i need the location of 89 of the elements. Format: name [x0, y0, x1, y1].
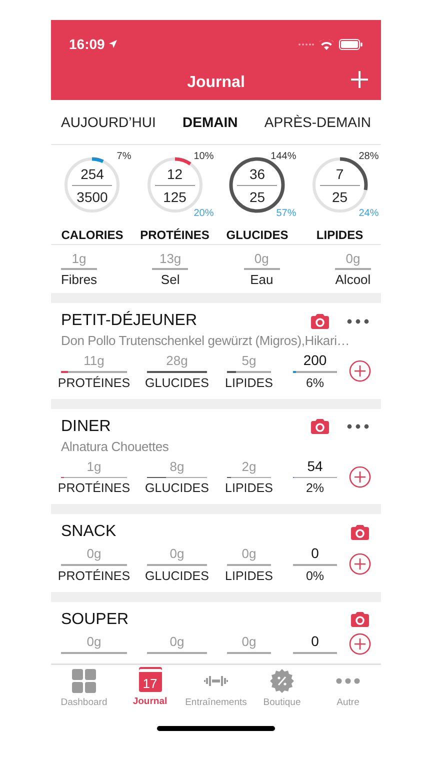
macro-value: 11g — [84, 352, 104, 369]
ring-goal: 3500 — [76, 188, 108, 206]
ring-top-percent: 28% — [358, 150, 379, 164]
battery-icon — [339, 38, 363, 50]
ring-top-percent: 10% — [194, 150, 214, 164]
calendar-icon: 17 — [138, 669, 162, 692]
macro-label: PROTÉINES — [58, 568, 130, 584]
add-icon[interactable] — [349, 360, 371, 382]
tab-bar-item[interactable]: Autre — [315, 669, 381, 712]
calorie-percent: 0% — [306, 568, 324, 584]
nutrient-value: 0g — [254, 250, 269, 267]
ring-value: 7 — [336, 164, 344, 182]
macro-label: GLUCIDES — [145, 481, 209, 496]
tab-bar-item[interactable]: 17 Journal — [117, 669, 183, 712]
macro-value: 0g — [242, 633, 256, 650]
cell-signal-icon — [298, 42, 314, 46]
tab-bar-item[interactable]: Boutique — [249, 669, 315, 712]
meal-title: DINER — [61, 416, 112, 436]
camera-icon[interactable] — [311, 419, 329, 434]
calorie-value: 0 — [311, 545, 319, 562]
macro-value: 0g — [86, 633, 102, 650]
grid-icon — [72, 669, 96, 693]
meal-title: SOUPER — [61, 610, 130, 630]
nutrient-label: Fibres — [60, 271, 98, 288]
nutrient-label: Sel — [160, 271, 180, 288]
tab-bar-item[interactable]: Dashboard — [51, 669, 117, 712]
nutrient-value: 0g — [346, 250, 360, 267]
add-icon[interactable] — [349, 632, 371, 654]
macro-label: PROTÉINES — [58, 376, 130, 390]
ring-bottom-percent: 24% — [358, 207, 379, 221]
status-time: 16:09 — [69, 34, 105, 54]
ring-goal: 125 — [163, 188, 186, 206]
ring-label: LIPIDES — [316, 227, 364, 244]
wifi-icon — [319, 38, 334, 50]
calorie-percent: 2% — [306, 481, 324, 496]
ring-bottom-percent: 57% — [276, 207, 296, 221]
macro-label: GLUCIDES — [145, 568, 209, 584]
day-tab[interactable]: AUJOURD’HUI — [61, 112, 156, 132]
macro-label: LIPIDES — [225, 481, 273, 496]
add-icon[interactable] — [349, 553, 371, 576]
nutrient-label: Alcool — [335, 271, 371, 288]
ring-top-percent: 144% — [270, 150, 296, 164]
camera-icon[interactable] — [351, 612, 369, 627]
ring-goal: 25 — [332, 188, 348, 206]
location-arrow-icon — [108, 40, 117, 48]
day-tab[interactable]: DEMAIN — [182, 112, 238, 132]
calorie-percent: 6% — [306, 376, 324, 390]
macro-label: GLUCIDES — [145, 376, 209, 390]
camera-icon[interactable] — [351, 524, 369, 540]
nutrient-value: 1g — [72, 250, 86, 267]
macro-value: 0g — [170, 545, 184, 562]
macro-value: 8g — [170, 458, 184, 474]
ring-value: 254 — [80, 164, 104, 182]
macro-value: 1g — [86, 458, 102, 474]
ring-bottom-percent: 20% — [194, 207, 214, 221]
macro-value: 0g — [170, 633, 184, 650]
ring-label: GLUCIDES — [226, 227, 288, 244]
meal-foods: Alnatura Chouettes — [61, 438, 170, 454]
ring-label: PROTÉINES — [140, 227, 210, 244]
ring-goal: 25 — [249, 188, 266, 206]
ring-label: CALORIES — [61, 227, 124, 244]
macro-value: 0g — [242, 545, 256, 562]
more-icon[interactable] — [347, 318, 369, 324]
macro-value: 0g — [86, 545, 102, 562]
ring-value: 12 — [166, 164, 183, 182]
macro-value: 28g — [166, 352, 188, 369]
header-title: Journal — [187, 73, 245, 93]
ring-value: 36 — [249, 164, 266, 182]
macro-label: PROTÉINES — [58, 481, 130, 496]
meal-title: PETIT-DÉJEUNER — [61, 311, 198, 331]
calorie-value: 0 — [311, 633, 319, 650]
more-icon[interactable] — [347, 424, 369, 429]
camera-icon[interactable] — [311, 314, 329, 328]
nutrient-label: Eau — [250, 271, 274, 288]
calorie-value: 54 — [307, 458, 323, 474]
add-icon[interactable] — [349, 466, 371, 488]
macro-value: 5g — [242, 352, 256, 369]
macro-value: 2g — [242, 458, 256, 474]
discount-badge-icon — [270, 669, 294, 693]
tab-bar-item[interactable]: Entraînements — [183, 669, 249, 712]
macro-label: LIPIDES — [225, 376, 273, 390]
calorie-value: 200 — [303, 352, 327, 369]
ring-top-percent: 7% — [116, 150, 132, 164]
macro-label: LIPIDES — [225, 568, 273, 584]
nutrient-value: 13g — [159, 250, 182, 267]
meal-title: SNACK — [61, 522, 118, 542]
day-tab[interactable]: APRÈS-DEMAIN — [264, 112, 371, 132]
meal-foods: Don Pollo Trutenschenkel gewürzt (Migros),Hikari… — [61, 333, 351, 349]
more-icon — [336, 678, 360, 684]
